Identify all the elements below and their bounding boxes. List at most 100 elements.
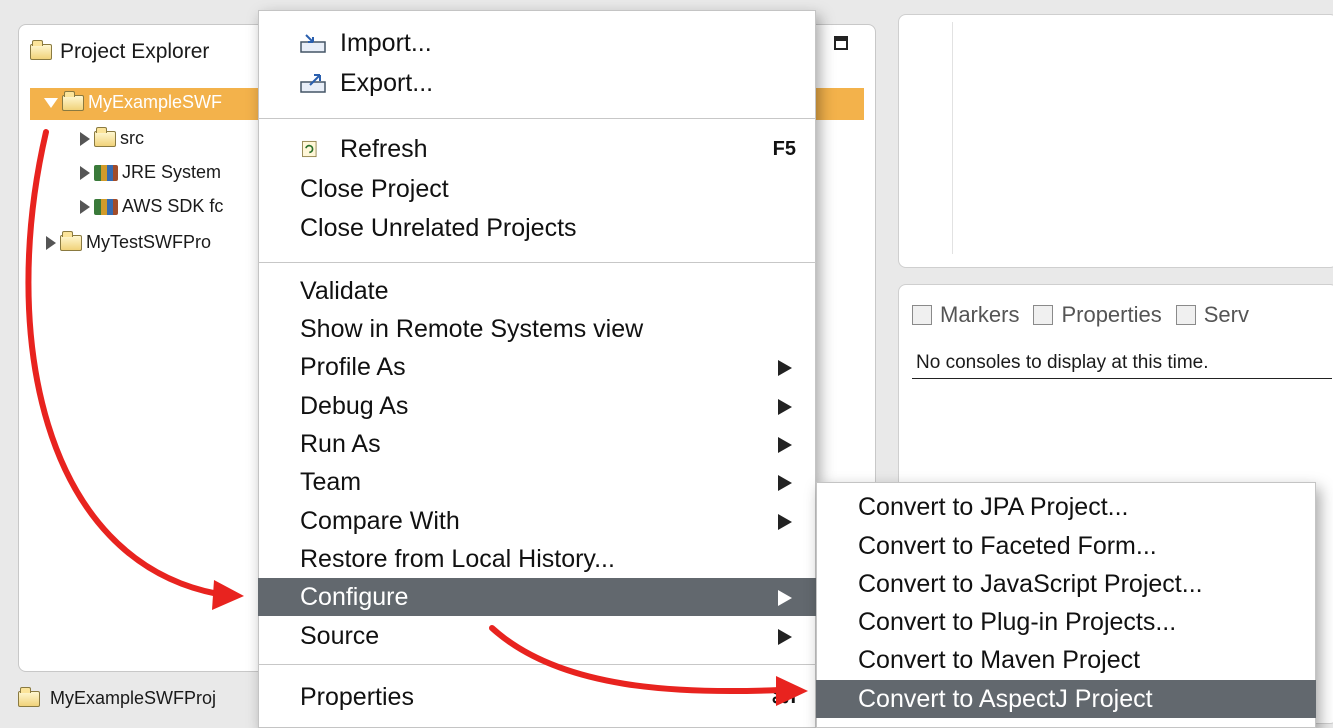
tab-label: Serv [1203,302,1249,327]
menu-item-label: Compare With [300,507,460,535]
tree-item-aws-sdk[interactable]: AWS SDK fc [80,196,223,217]
tree-item-label: src [120,128,144,148]
tree-item-label: MyExampleSWF [88,92,223,112]
menu-item-label: Debug As [300,392,409,420]
servers-icon [1175,305,1196,325]
menu-item-label: Refresh [340,135,428,163]
menu-item-label: Source [300,622,380,650]
menu-item-close-project[interactable]: Close Project [258,170,816,208]
submenu-arrow-icon [778,399,792,415]
refresh-shortcut: F5 [772,138,796,160]
tab-markers[interactable]: Markers [912,302,1019,328]
menu-item-label: Close Project [300,175,449,203]
menu-item-label: Profile As [300,353,406,381]
menu-item-label: Export... [340,69,434,97]
markers-icon [912,305,932,325]
tab-label: Properties [1061,302,1162,327]
menu-separator [258,262,816,263]
export-icon [300,74,326,93]
tree-item-src[interactable]: src [80,126,144,149]
menu-item-label: Import... [340,29,432,57]
expand-right-icon[interactable] [46,235,56,250]
console-message: No consoles to display at this time. [916,352,1209,373]
submenu-item-label: Convert to AspectJ Project [858,685,1153,713]
menu-separator [258,664,816,665]
submenu-arrow-icon [778,475,792,491]
expand-right-icon[interactable] [80,199,90,214]
submenu-arrow-icon [778,590,792,606]
menu-item-properties[interactable]: Properties ⌘I [258,678,816,716]
menu-item-run-as[interactable]: Run As [258,425,816,463]
menu-item-refresh[interactable]: Refresh F5 [258,130,816,168]
tree-item-label: MyTestSWFPro [86,232,212,252]
console-divider [912,378,1332,379]
submenu-item-convert-maven[interactable]: Convert to Maven Project [816,641,1316,679]
expand-down-icon[interactable] [44,97,58,108]
menu-item-close-unrelated[interactable]: Close Unrelated Projects [258,209,816,247]
project-folder-icon [60,230,82,251]
menu-item-label: Properties [300,683,414,711]
tree-item-label: AWS SDK fc [122,196,224,216]
submenu-arrow-icon [778,514,792,530]
submenu-item-label: Convert to JPA Project... [858,493,1129,521]
maximize-icon[interactable] [834,36,848,50]
submenu-item-label: Convert to Faceted Form... [858,532,1157,560]
submenu-item-label: Convert to JavaScript Project... [858,570,1203,598]
submenu-item-label: Convert to Plug-in Projects... [858,608,1177,636]
tree-item-myexampleswf[interactable]: MyExampleSWF [44,90,223,113]
properties-icon [1033,305,1054,325]
expand-right-icon[interactable] [80,131,90,146]
project-folder-icon [18,686,40,707]
menu-item-show-remote[interactable]: Show in Remote Systems view [258,310,816,348]
editor-ruler [952,22,953,254]
project-explorer-icon [30,40,52,60]
menu-item-profile-as[interactable]: Profile As [258,348,816,386]
library-icon [94,198,118,215]
library-icon [94,164,118,181]
submenu-item-convert-faceted[interactable]: Convert to Faceted Form... [816,527,1316,565]
submenu-item-convert-jpa[interactable]: Convert to JPA Project... [816,488,1316,526]
menu-item-import[interactable]: Import... [258,24,816,62]
menu-item-label: Run As [300,430,381,458]
project-explorer-title[interactable]: Project Explorer [30,40,209,64]
submenu-item-convert-plugin[interactable]: Convert to Plug-in Projects... [816,603,1316,641]
menu-item-label: Validate [300,277,389,305]
properties-shortcut: ⌘I [770,686,796,708]
project-folder-icon [62,90,84,111]
menu-item-restore-history[interactable]: Restore from Local History... [258,540,816,578]
submenu-item-convert-aspectj[interactable]: Convert to AspectJ Project [816,680,1316,718]
menu-item-label: Configure [300,583,409,611]
submenu-item-convert-javascript[interactable]: Convert to JavaScript Project... [816,565,1316,603]
tree-item-jre-system[interactable]: JRE System [80,162,221,183]
editor-panel[interactable] [898,14,1333,268]
menu-separator [258,118,816,119]
console-tabs: Markers Properties Serv [912,302,1249,328]
menu-item-configure[interactable]: Configure [258,578,816,616]
tab-label: Markers [940,302,1020,327]
project-explorer-title-label: Project Explorer [60,40,210,63]
submenu-arrow-icon [778,437,792,453]
menu-item-label: Team [300,468,362,496]
menu-item-compare-with[interactable]: Compare With [258,502,816,540]
expand-right-icon[interactable] [80,165,90,180]
tab-properties[interactable]: Properties [1033,302,1162,328]
status-bar: MyExampleSWFProj [18,686,217,709]
menu-item-label: Close Unrelated Projects [300,214,577,242]
submenu-arrow-icon [778,360,792,376]
menu-item-validate[interactable]: Validate [258,272,816,310]
menu-item-export[interactable]: Export... [258,64,816,102]
tree-item-mytestswf[interactable]: MyTestSWFPro [46,230,212,253]
status-label: MyExampleSWFProj [50,688,217,708]
tree-item-label: JRE System [122,162,222,182]
submenu-arrow-icon [778,629,792,645]
menu-item-label: Restore from Local History... [300,545,615,573]
refresh-icon [302,140,317,158]
submenu-item-label: Convert to Maven Project [858,646,1141,674]
import-icon [300,34,326,53]
tab-servers[interactable]: Serv [1175,302,1249,328]
menu-item-team[interactable]: Team [258,463,816,501]
menu-item-label: Show in Remote Systems view [300,315,644,343]
menu-item-debug-as[interactable]: Debug As [258,387,816,425]
menu-item-source[interactable]: Source [258,617,816,655]
package-folder-icon [94,126,116,147]
